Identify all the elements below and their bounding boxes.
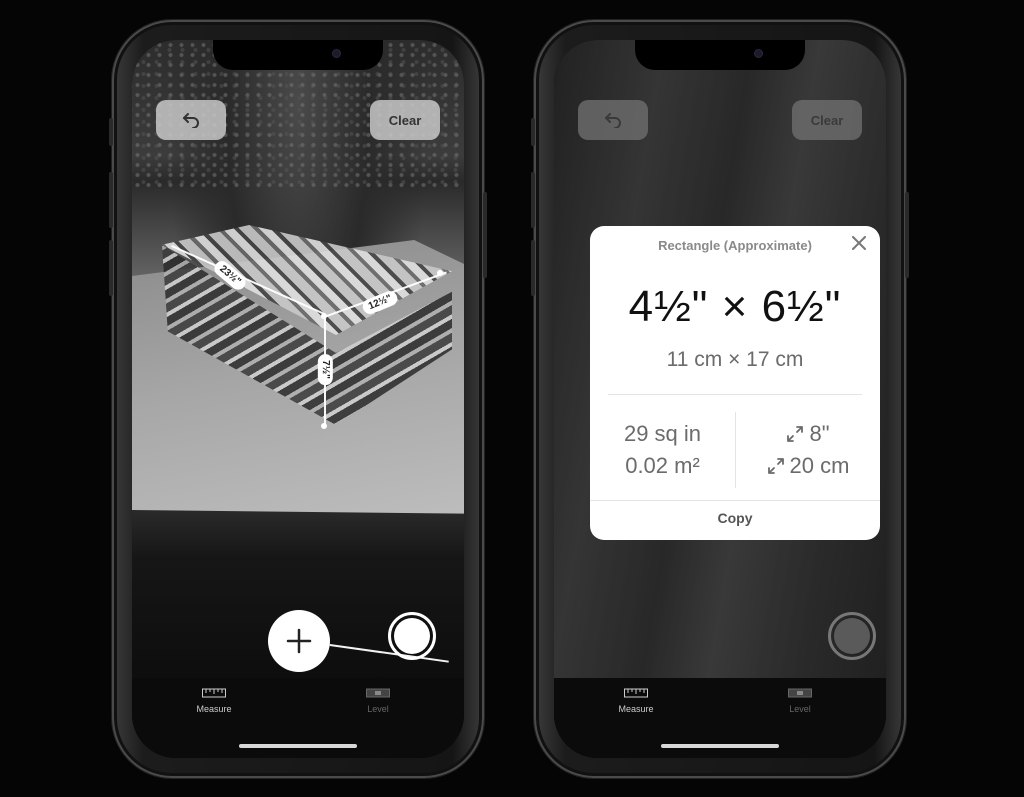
tab-measure[interactable]: Measure (596, 688, 676, 714)
card-title: Rectangle (Approximate) (658, 238, 812, 253)
area-imperial: 29 sq in (623, 421, 702, 446)
clear-button[interactable]: Clear (370, 100, 440, 140)
level-icon (788, 688, 812, 698)
phone-right: Clear Rectangle (Approximate) 4½" × 6½" … (531, 20, 909, 778)
front-camera (754, 49, 763, 58)
clear-button[interactable]: Clear (792, 100, 862, 140)
notch (635, 40, 805, 70)
capture-button[interactable] (388, 612, 436, 660)
tab-level[interactable]: Level (760, 688, 840, 714)
close-button[interactable] (852, 236, 866, 255)
mute-switch (531, 118, 535, 146)
capture-button-inner (394, 618, 430, 654)
undo-arrow-icon (183, 113, 199, 128)
measured-box (162, 225, 452, 425)
measure-point[interactable] (321, 313, 327, 319)
diagonal-imperial: 8" (809, 421, 830, 446)
area-metric: 0.02 m² (625, 453, 700, 478)
side-button (905, 192, 909, 278)
ruler-icon (202, 688, 226, 698)
tab-measure-label: Measure (196, 704, 232, 714)
front-camera (332, 49, 341, 58)
dimensions-imperial: 4½" × 6½" (628, 282, 842, 331)
phone-left: 23½" 12½" 7½" Clear Measure Level (109, 20, 487, 778)
tab-level-label: Level (789, 704, 811, 714)
divider (608, 394, 862, 395)
measure-point[interactable] (321, 423, 327, 429)
undo-button[interactable] (578, 100, 648, 140)
level-icon (366, 688, 390, 698)
measure-app-screen: 23½" 12½" 7½" Clear Measure Level (132, 40, 464, 758)
diagonal-imperial-row: 8" (735, 418, 880, 450)
capture-button[interactable] (828, 612, 876, 660)
tab-measure-label: Measure (618, 704, 654, 714)
undo-button[interactable] (156, 100, 226, 140)
home-indicator[interactable] (239, 744, 357, 748)
measurement-detail-card: Rectangle (Approximate) 4½" × 6½" 11 cm … (590, 226, 880, 540)
ruler-icon (624, 688, 648, 698)
diagonal-metric-row: 20 cm (735, 450, 880, 482)
volume-down-button (531, 240, 535, 296)
tab-measure[interactable]: Measure (174, 688, 254, 714)
capture-button-inner (834, 618, 870, 654)
close-icon (852, 236, 866, 250)
measure-point[interactable] (437, 270, 443, 276)
volume-up-button (109, 172, 113, 228)
tab-level-label: Level (367, 704, 389, 714)
copy-button[interactable]: Copy (590, 510, 880, 526)
tab-bar: Measure Level (132, 678, 464, 758)
home-indicator[interactable] (661, 744, 779, 748)
divider (590, 500, 880, 501)
undo-arrow-icon (605, 113, 621, 128)
add-point-button[interactable] (268, 610, 330, 672)
dimensions-metric: 11 cm × 17 cm (666, 348, 804, 371)
diagonal-section: 8" 20 cm (735, 418, 880, 482)
diagonal-arrows-icon (767, 458, 784, 474)
plus-icon (286, 628, 312, 654)
measurement-label-height[interactable]: 7½" (317, 354, 333, 385)
measure-app-screen-detail: Clear Rectangle (Approximate) 4½" × 6½" … (554, 40, 886, 758)
area-section: 29 sq in 0.02 m² (590, 418, 735, 482)
volume-up-button (531, 172, 535, 228)
mute-switch (109, 118, 113, 146)
side-button (483, 192, 487, 278)
tab-level[interactable]: Level (338, 688, 418, 714)
diagonal-arrows-icon (787, 426, 804, 442)
tab-bar: Measure Level (554, 678, 886, 758)
notch (213, 40, 383, 70)
volume-down-button (109, 240, 113, 296)
diagonal-metric: 20 cm (789, 453, 850, 478)
